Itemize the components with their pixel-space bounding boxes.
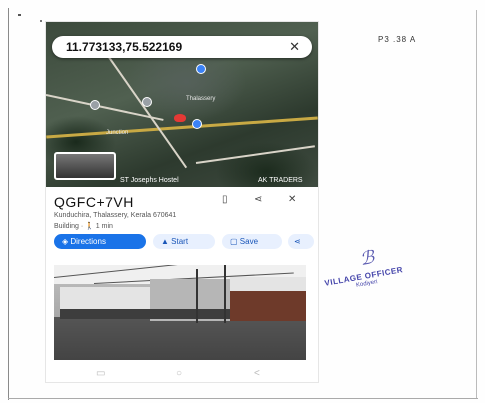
place-photo[interactable] [54,265,306,360]
bookmark-icon[interactable]: ▯ [222,194,228,205]
scan-mark [18,14,21,16]
search-bar[interactable]: 11.773133,75.522169 ✕ [52,36,312,58]
map-label: Junction [106,130,129,136]
place-meta: Building · 🚶 1 min [54,223,113,230]
building [230,277,306,291]
power-line [54,265,234,278]
share-button[interactable]: ⋖ [288,234,314,249]
poi-marker-icon[interactable] [90,100,100,110]
share-icon: ⋖ [294,237,301,246]
utility-pole [224,265,226,323]
place-address: Kunduchira, Thalassery, Kerala 670641 [54,212,177,219]
navigation-arrow-icon: ▲ [161,237,172,246]
satellite-map[interactable]: Thalassery Junction 11.773133,75.522169 … [46,22,318,187]
phone-screenshot: Thalassery Junction 11.773133,75.522169 … [46,22,318,382]
map-label: ST Josephs Hostel [120,177,179,184]
close-icon[interactable]: ✕ [288,194,296,205]
place-title: QGFC+7VH [54,194,134,210]
page-edge-right [476,10,477,398]
map-label: Thalassery [186,96,216,102]
android-navbar: ▭ ○ < [46,366,318,382]
start-button[interactable]: ▲ Start [153,234,215,249]
save-button[interactable]: ▢ Save [222,234,282,249]
page-edge-left [8,8,9,400]
page-mark: P3 .38 A [378,35,417,44]
signature: ℬ [358,246,376,270]
home-icon[interactable]: ○ [176,368,182,379]
scanned-page: P3 .38 A Thalassery Junction 11.773133,7… [0,0,485,403]
place-sheet: QGFC+7VH ▯ ⋖ ✕ Kunduchira, Thalassery, K… [46,187,318,382]
map-label: AK TRADERS [258,177,303,184]
recents-icon[interactable]: ▭ [96,368,105,379]
map-road [195,145,315,164]
bookmark-icon: ▢ [230,237,240,246]
poi-marker-icon[interactable] [196,64,206,74]
utility-pole [196,269,198,323]
search-input[interactable]: 11.773133,75.522169 [66,40,182,54]
share-icon[interactable]: ⋖ [254,194,262,205]
close-icon[interactable]: ✕ [289,39,300,55]
poi-marker-icon[interactable] [142,97,152,107]
street-view-thumbnail[interactable] [54,152,116,180]
page-edge-bottom [8,398,478,399]
poi-marker-icon[interactable] [192,119,202,129]
back-icon[interactable]: < [254,368,260,379]
directions-button[interactable]: ◈ Directions [54,234,146,249]
official-stamp: ℬ VILLAGE OFFICER Kodiyeri [322,246,432,298]
shop-front [60,309,230,319]
scan-dot [40,20,42,22]
building [230,291,306,321]
location-pin-icon [174,114,186,122]
